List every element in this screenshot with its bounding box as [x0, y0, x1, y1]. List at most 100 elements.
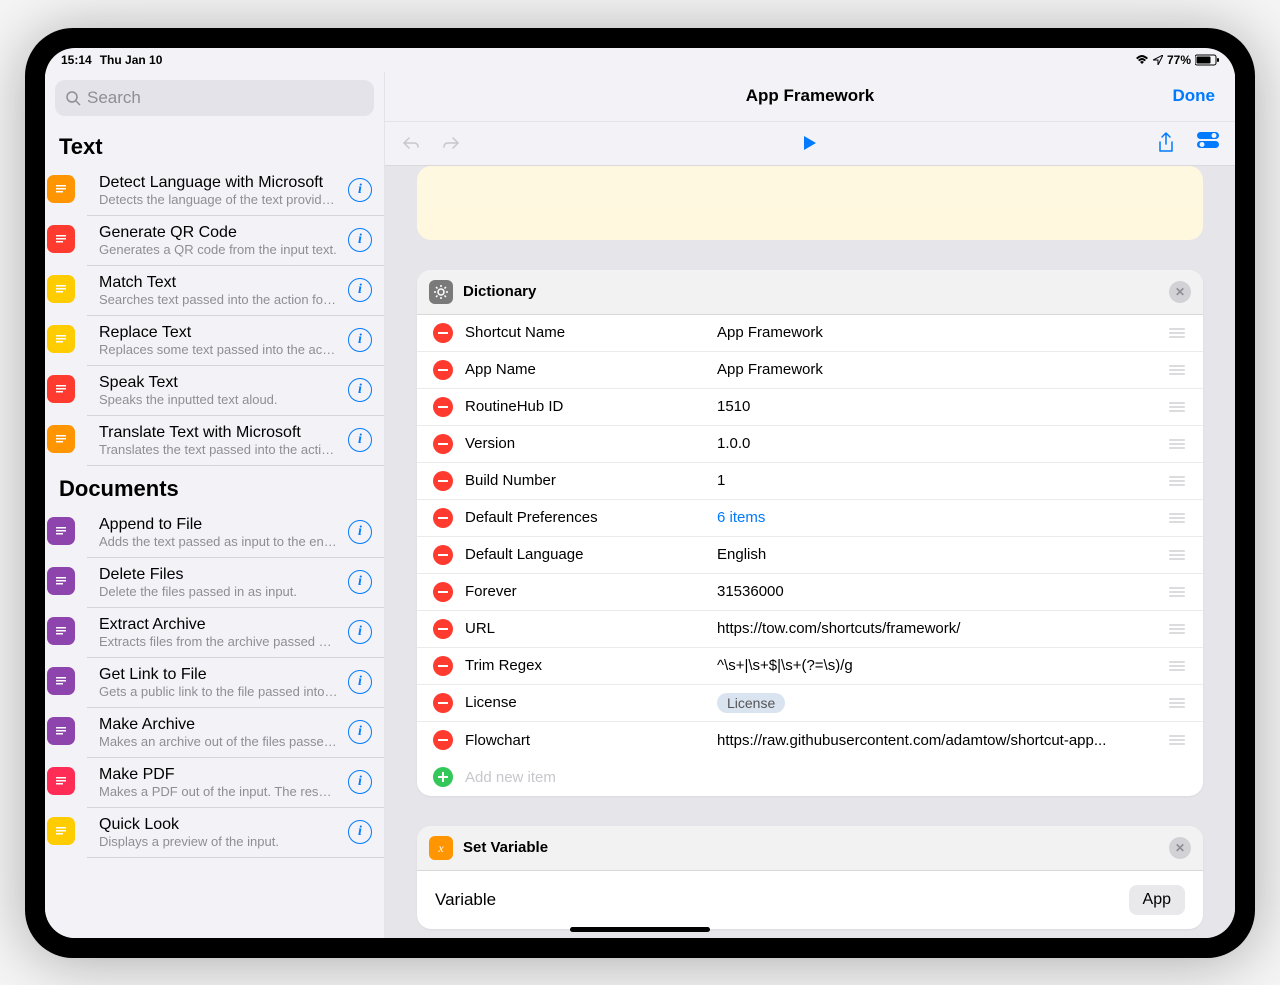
reorder-handle[interactable]: [1167, 402, 1187, 412]
dictionary-row[interactable]: Build Number 1: [417, 463, 1203, 500]
reorder-handle[interactable]: [1167, 661, 1187, 671]
dictionary-row[interactable]: Forever 31536000: [417, 574, 1203, 611]
info-button[interactable]: i: [348, 820, 372, 844]
info-button[interactable]: i: [348, 278, 372, 302]
info-button[interactable]: i: [348, 178, 372, 202]
done-button[interactable]: Done: [1173, 86, 1216, 106]
reorder-handle[interactable]: [1167, 365, 1187, 375]
reorder-handle[interactable]: [1167, 513, 1187, 523]
reorder-handle[interactable]: [1167, 328, 1187, 338]
action-list-item[interactable]: Generate QR CodeGenerates a QR code from…: [87, 216, 384, 266]
delete-row-button[interactable]: [433, 360, 453, 380]
info-button[interactable]: i: [348, 620, 372, 644]
dict-key[interactable]: Version: [465, 435, 705, 452]
dict-value[interactable]: 1510: [717, 398, 1155, 415]
dict-value[interactable]: App Framework: [717, 361, 1155, 378]
delete-row-button[interactable]: [433, 545, 453, 565]
redo-button[interactable]: [441, 135, 461, 151]
action-list-item[interactable]: Extract ArchiveExtracts files from the a…: [87, 608, 384, 658]
reorder-handle[interactable]: [1167, 624, 1187, 634]
variable-value[interactable]: App: [1129, 885, 1185, 915]
action-list-item[interactable]: Make ArchiveMakes an archive out of the …: [87, 708, 384, 758]
settings-toggle-button[interactable]: [1197, 132, 1219, 154]
dictionary-row[interactable]: Trim Regex ^\s+|\s+$|\s+(?=\s)/g: [417, 648, 1203, 685]
dict-value[interactable]: ^\s+|\s+$|\s+(?=\s)/g: [717, 657, 1155, 674]
info-button[interactable]: i: [348, 770, 372, 794]
dictionary-row[interactable]: Shortcut Name App Framework: [417, 315, 1203, 352]
delete-row-button[interactable]: [433, 582, 453, 602]
play-button[interactable]: [802, 134, 818, 152]
set-variable-action-card[interactable]: x Set Variable ✕ Variable App: [417, 826, 1203, 929]
dictionary-row[interactable]: Flowchart https://raw.githubusercontent.c…: [417, 722, 1203, 759]
dict-key[interactable]: Forever: [465, 583, 705, 600]
reorder-handle[interactable]: [1167, 550, 1187, 560]
dictionary-row[interactable]: Version 1.0.0: [417, 426, 1203, 463]
close-action-button[interactable]: ✕: [1169, 281, 1191, 303]
dictionary-row[interactable]: RoutineHub ID 1510: [417, 389, 1203, 426]
delete-row-button[interactable]: [433, 434, 453, 454]
previous-action-card[interactable]: [417, 166, 1203, 240]
action-list-item[interactable]: Match TextSearches text passed into the …: [87, 266, 384, 316]
dict-value[interactable]: https://raw.githubusercontent.com/adamto…: [717, 732, 1155, 749]
dict-key[interactable]: App Name: [465, 361, 705, 378]
dict-value[interactable]: https://tow.com/shortcuts/framework/: [717, 620, 1155, 637]
close-action-button[interactable]: ✕: [1169, 837, 1191, 859]
reorder-handle[interactable]: [1167, 476, 1187, 486]
action-list-item[interactable]: Speak TextSpeaks the inputted text aloud…: [87, 366, 384, 416]
action-list-item[interactable]: Delete FilesDelete the files passed in a…: [87, 558, 384, 608]
delete-row-button[interactable]: [433, 693, 453, 713]
info-button[interactable]: i: [348, 228, 372, 252]
info-button[interactable]: i: [348, 520, 372, 544]
dictionary-row[interactable]: URL https://tow.com/shortcuts/framework/: [417, 611, 1203, 648]
dict-key[interactable]: Shortcut Name: [465, 324, 705, 341]
dict-key[interactable]: Build Number: [465, 472, 705, 489]
plus-icon[interactable]: [433, 767, 453, 787]
delete-row-button[interactable]: [433, 656, 453, 676]
reorder-handle[interactable]: [1167, 587, 1187, 597]
action-list-item[interactable]: Replace TextReplaces some text passed in…: [87, 316, 384, 366]
dict-value[interactable]: English: [717, 546, 1155, 563]
share-button[interactable]: [1157, 132, 1175, 154]
action-list-item[interactable]: Detect Language with MicrosoftDetects th…: [87, 166, 384, 216]
dict-key[interactable]: URL: [465, 620, 705, 637]
info-button[interactable]: i: [348, 570, 372, 594]
action-list-item[interactable]: Get Link to FileGets a public link to th…: [87, 658, 384, 708]
editor-canvas[interactable]: Dictionary ✕ Shortcut NameApp FrameworkA…: [385, 166, 1235, 938]
dictionary-row[interactable]: App Name App Framework: [417, 352, 1203, 389]
delete-row-button[interactable]: [433, 471, 453, 491]
dict-key[interactable]: Trim Regex: [465, 657, 705, 674]
delete-row-button[interactable]: [433, 397, 453, 417]
info-button[interactable]: i: [348, 328, 372, 352]
dict-value[interactable]: App Framework: [717, 324, 1155, 341]
undo-button[interactable]: [401, 135, 421, 151]
reorder-handle[interactable]: [1167, 698, 1187, 708]
dict-value[interactable]: 6 items: [717, 509, 1155, 526]
dict-value[interactable]: 31536000: [717, 583, 1155, 600]
action-list-item[interactable]: Make PDFMakes a PDF out of the input. Th…: [87, 758, 384, 808]
info-button[interactable]: i: [348, 428, 372, 452]
dict-value[interactable]: 1.0.0: [717, 435, 1155, 452]
dict-key[interactable]: License: [465, 694, 705, 711]
search-input[interactable]: Search: [55, 80, 374, 116]
add-dictionary-item[interactable]: Add new item: [417, 759, 1203, 796]
delete-row-button[interactable]: [433, 323, 453, 343]
delete-row-button[interactable]: [433, 508, 453, 528]
delete-row-button[interactable]: [433, 730, 453, 750]
dictionary-row[interactable]: Default Language English: [417, 537, 1203, 574]
action-list-item[interactable]: Quick LookDisplays a preview of the inpu…: [87, 808, 384, 858]
info-button[interactable]: i: [348, 720, 372, 744]
info-button[interactable]: i: [348, 670, 372, 694]
dict-value[interactable]: 1: [717, 472, 1155, 489]
dictionary-row[interactable]: Default Preferences 6 items: [417, 500, 1203, 537]
home-indicator[interactable]: [570, 927, 710, 932]
info-button[interactable]: i: [348, 378, 372, 402]
dictionary-action-card[interactable]: Dictionary ✕ Shortcut NameApp FrameworkA…: [417, 270, 1203, 796]
dict-key[interactable]: RoutineHub ID: [465, 398, 705, 415]
dict-key[interactable]: Default Preferences: [465, 509, 705, 526]
dict-value[interactable]: License: [717, 693, 1155, 713]
dict-key[interactable]: Default Language: [465, 546, 705, 563]
dict-key[interactable]: Flowchart: [465, 732, 705, 749]
delete-row-button[interactable]: [433, 619, 453, 639]
action-list-item[interactable]: Append to FileAdds the text passed as in…: [87, 508, 384, 558]
action-list-item[interactable]: Translate Text with MicrosoftTranslates …: [87, 416, 384, 466]
